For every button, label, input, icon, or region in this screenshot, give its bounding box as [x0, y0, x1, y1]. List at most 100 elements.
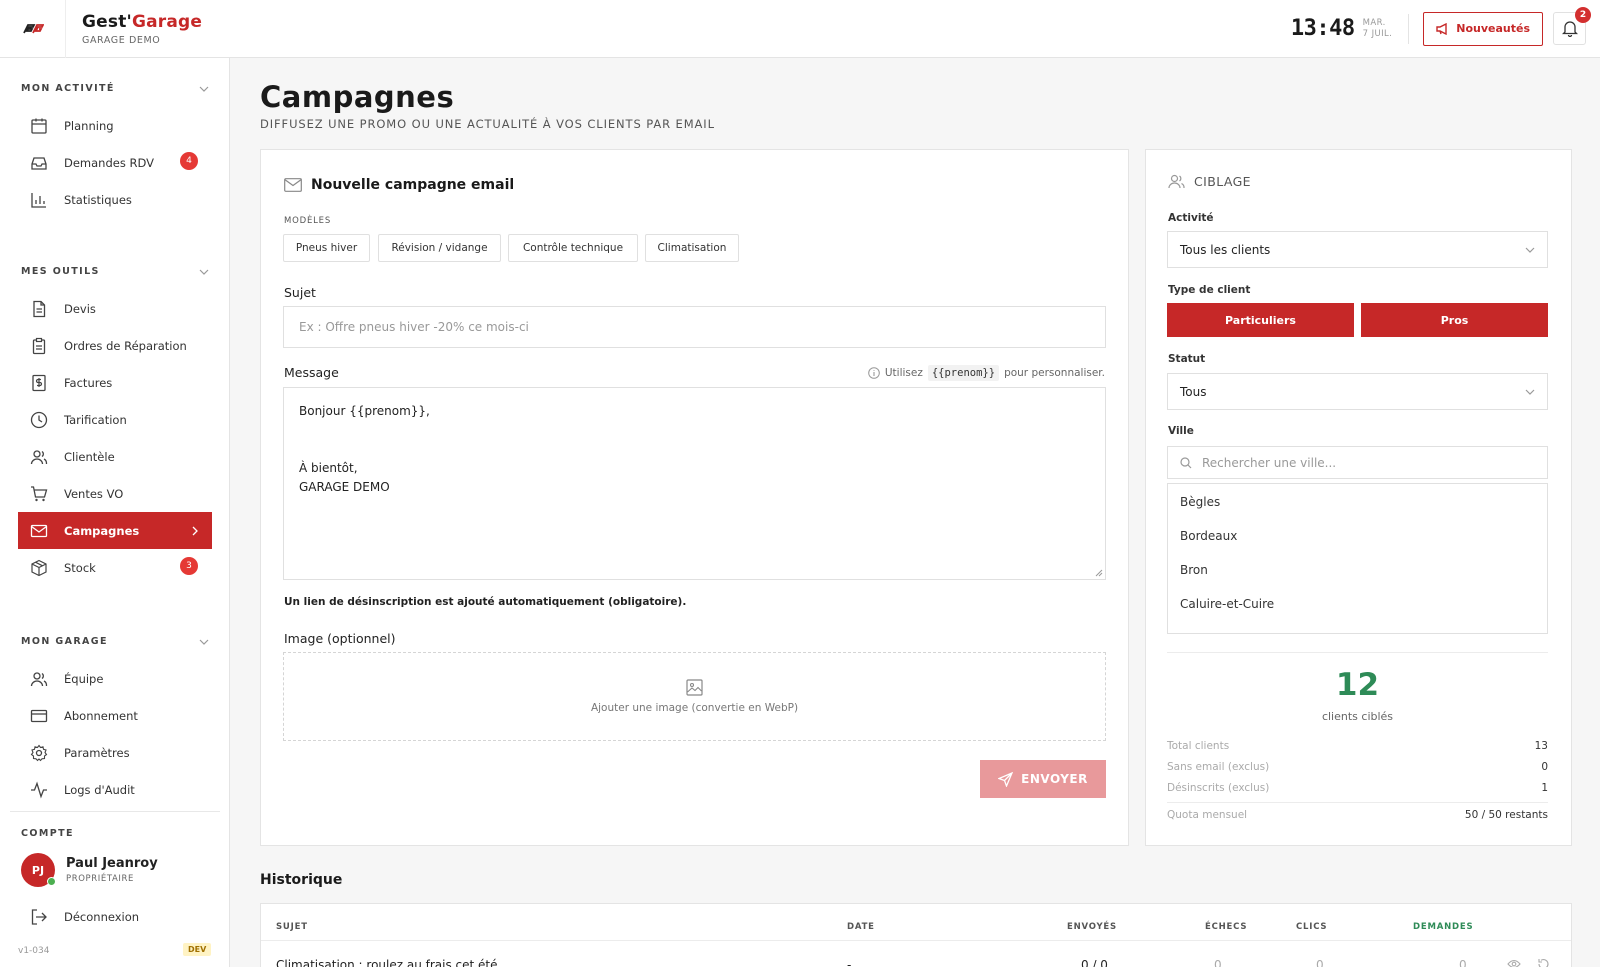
- sidebar-item-parametres[interactable]: Paramètres: [18, 734, 212, 771]
- notifications-button[interactable]: 2: [1553, 7, 1591, 45]
- sidebar-item-clientele[interactable]: Clientèle: [18, 438, 212, 475]
- template-revision-vidange[interactable]: Révision / vidange: [378, 234, 501, 262]
- column-header-envoyes[interactable]: ENVOYÉS: [1067, 922, 1117, 932]
- sidebar-item-stock[interactable]: Stock 3: [18, 549, 212, 586]
- sidebar-item-logs-audit[interactable]: Logs d'Audit: [18, 771, 212, 808]
- column-header-date[interactable]: DATE: [847, 922, 875, 932]
- brand-name: Gest'Garage: [82, 12, 202, 32]
- client-type-pros[interactable]: Pros: [1361, 303, 1548, 337]
- column-header-demandes[interactable]: DEMANDES: [1413, 922, 1473, 932]
- app-logo[interactable]: [0, 0, 66, 58]
- sidebar-item-abonnement[interactable]: Abonnement: [18, 697, 212, 734]
- eye-icon[interactable]: [1507, 959, 1521, 967]
- targeting-title: CIBLAGE: [1194, 174, 1251, 189]
- clock-day: MAR.: [1362, 17, 1386, 28]
- activity-value: Tous les clients: [1180, 242, 1271, 257]
- client-type-particuliers[interactable]: Particuliers: [1167, 303, 1354, 337]
- city-option[interactable]: Bègles: [1180, 495, 1220, 509]
- logo-icon: [22, 23, 44, 33]
- template-climatisation[interactable]: Climatisation: [645, 234, 739, 262]
- message-textarea[interactable]: Bonjour {{prenom}}, À bientôt, GARAGE DE…: [283, 387, 1106, 580]
- message-label: Message: [284, 365, 339, 380]
- stat-label: Sans email (exclus): [1167, 761, 1270, 773]
- city-search-placeholder: Rechercher une ville...: [1202, 455, 1337, 470]
- sidebar-item-ventes-vo[interactable]: Ventes VO: [18, 475, 212, 512]
- mail-icon: [29, 521, 49, 541]
- sidebar-item-equipe[interactable]: Équipe: [18, 660, 212, 697]
- users-icon: [29, 447, 49, 467]
- subject-placeholder: Ex : Offre pneus hiver -20% ce mois-ci: [299, 320, 529, 334]
- gear-icon: [29, 743, 49, 763]
- sidebar-item-ordres-reparation[interactable]: Ordres de Réparation: [18, 327, 212, 364]
- invoice-icon: [29, 373, 49, 393]
- history-table: SUJET DATE ENVOYÉS ÉCHECS CLICS DEMANDES…: [260, 903, 1572, 967]
- image-dropzone[interactable]: Ajouter une image (convertie en WebP): [283, 652, 1106, 741]
- city-option[interactable]: Bron: [1180, 563, 1208, 577]
- chevron-down-icon: [199, 269, 209, 275]
- stat-unsubscribed: Désinscrits (exclus) 1: [1167, 782, 1548, 794]
- clock-icon: [29, 410, 49, 430]
- chevron-right-icon: [192, 526, 198, 535]
- status-select[interactable]: Tous: [1167, 373, 1548, 410]
- notification-count-badge: 2: [1575, 7, 1591, 23]
- sidebar-item-label: Demandes RDV: [64, 155, 155, 170]
- user-profile[interactable]: PJ Paul Jeanroy PROPRIÉTAIRE: [21, 853, 158, 887]
- city-option[interactable]: Caluire-et-Cuire: [1180, 597, 1274, 611]
- credit-card-icon: [29, 706, 49, 726]
- city-search-input[interactable]: Rechercher une ville...: [1167, 446, 1548, 479]
- sidebar-item-demandes-rdv[interactable]: Demandes RDV 4: [18, 144, 212, 181]
- sidebar-item-statistiques[interactable]: Statistiques: [18, 181, 212, 218]
- history-title: Historique: [260, 872, 343, 888]
- section-mon-activite[interactable]: MON ACTIVITÉ: [21, 83, 209, 94]
- template-pneus-hiver[interactable]: Pneus hiver: [283, 234, 370, 262]
- resize-handle-icon[interactable]: [1095, 569, 1103, 577]
- message-line: À bientôt,: [299, 461, 358, 475]
- env-badge: DEV: [183, 943, 212, 956]
- sidebar-item-tarification[interactable]: Tarification: [18, 401, 212, 438]
- city-option[interactable]: Bordeaux: [1180, 529, 1237, 543]
- new-campaign-header: Nouvelle campagne email: [284, 177, 514, 193]
- mail-icon: [284, 178, 302, 192]
- sidebar-item-campagnes[interactable]: Campagnes: [18, 512, 212, 549]
- stat-value: 0: [1541, 761, 1548, 773]
- send-label: ENVOYER: [1021, 772, 1088, 786]
- column-header-clics[interactable]: CLICS: [1296, 922, 1327, 932]
- app-version: v1-034: [18, 946, 50, 956]
- sidebar-item-planning[interactable]: Planning: [18, 107, 212, 144]
- activity-label: Activité: [1168, 212, 1214, 224]
- sidebar-item-factures[interactable]: Factures: [18, 364, 212, 401]
- image-drop-text: Ajouter une image (convertie en WebP): [590, 702, 799, 714]
- sidebar-item-label: Ordres de Réparation: [64, 338, 187, 353]
- hint-suffix: pour personnaliser.: [1004, 367, 1105, 379]
- document-icon: [29, 299, 49, 319]
- targeting-header: CIBLAGE: [1168, 174, 1251, 189]
- message-line: [299, 421, 1090, 440]
- subject-input[interactable]: Ex : Offre pneus hiver -20% ce mois-ci: [283, 306, 1106, 348]
- status-label: Statut: [1168, 353, 1206, 365]
- clock-date-value: 7 JUIL.: [1362, 28, 1393, 39]
- info-icon: [868, 367, 880, 379]
- send-button[interactable]: ENVOYER: [980, 760, 1106, 798]
- column-header-sujet[interactable]: SUJET: [276, 922, 308, 932]
- hint-prefix: Utilisez: [884, 367, 923, 379]
- quota-label: Quota mensuel: [1167, 809, 1248, 821]
- message-line: Bonjour {{prenom}},: [299, 404, 430, 418]
- template-controle-technique[interactable]: Contrôle technique: [508, 234, 638, 262]
- column-header-echecs[interactable]: ÉCHECS: [1205, 922, 1247, 932]
- bell-icon: [1561, 21, 1578, 37]
- activity-select[interactable]: Tous les clients: [1167, 231, 1548, 268]
- logout-button[interactable]: Déconnexion: [18, 898, 212, 935]
- sidebar-item-label: Stock: [64, 560, 96, 575]
- news-button[interactable]: Nouveautés: [1423, 11, 1543, 46]
- sidebar-item-label: Ventes VO: [64, 486, 124, 501]
- sidebar-item-devis[interactable]: Devis: [18, 290, 212, 327]
- search-icon: [1180, 456, 1192, 468]
- inbox-icon: [29, 153, 49, 173]
- section-mon-garage[interactable]: MON GARAGE: [21, 636, 209, 647]
- refresh-icon[interactable]: [1537, 958, 1550, 967]
- sidebar: MON ACTIVITÉ Planning Demandes RDV 4 Sta…: [0, 58, 230, 967]
- rdv-count-badge: 4: [180, 152, 198, 170]
- stock-count-badge: 3: [180, 557, 198, 575]
- section-mes-outils[interactable]: MES OUTILS: [21, 266, 209, 277]
- city-list[interactable]: Bègles Bordeaux Bron Caluire-et-Cuire: [1167, 483, 1548, 634]
